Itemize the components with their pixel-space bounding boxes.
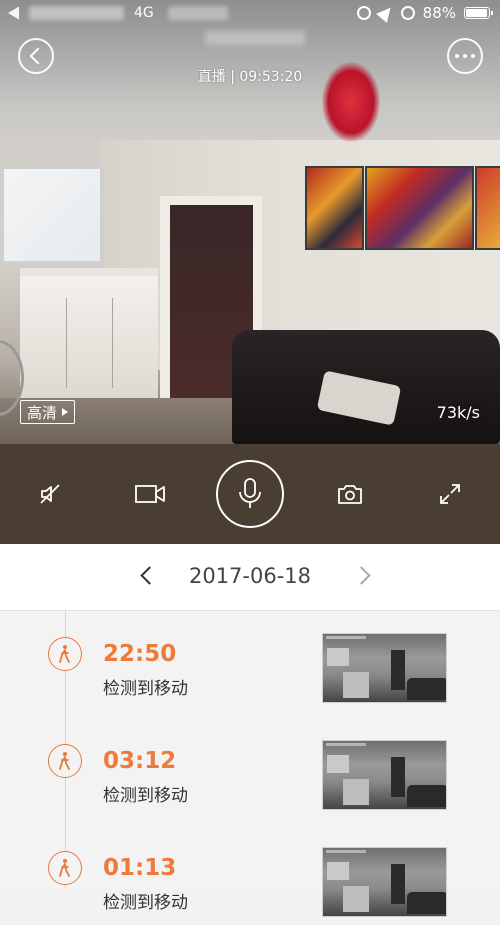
quality-button[interactable]: 高清 — [20, 400, 76, 424]
current-date: 2017-06-18 — [188, 564, 312, 588]
event-thumbnail[interactable] — [322, 740, 447, 810]
status-blurred — [167, 6, 228, 20]
battery-icon — [464, 7, 493, 19]
location-icon — [375, 3, 396, 23]
rotation-lock-icon — [356, 6, 371, 20]
talk-button[interactable] — [216, 460, 284, 528]
event-label: 检测到移动 — [103, 893, 188, 913]
camera-name-blurred — [205, 31, 305, 45]
motion-person-icon — [48, 637, 82, 671]
live-time: 09:53:20 — [239, 69, 303, 85]
fullscreen-button[interactable] — [430, 474, 470, 514]
snapshot-button[interactable] — [330, 474, 370, 514]
carrier-blurred — [29, 6, 124, 20]
chevron-left-icon — [29, 47, 47, 65]
camera-icon — [338, 485, 362, 504]
status-bar: 4G 88% — [0, 0, 500, 28]
video-painting — [305, 166, 364, 250]
play-triangle-icon — [62, 408, 69, 416]
event-time: 01:13 — [103, 855, 177, 881]
event-label: 检测到移动 — [103, 679, 188, 699]
event-time: 22:50 — [103, 641, 177, 667]
video-painting — [475, 166, 500, 250]
event-item[interactable]: 03:12 检测到移动 — [0, 718, 500, 818]
fullscreen-icon — [440, 484, 460, 504]
quality-label: 高清 — [27, 403, 58, 422]
live-separator: | — [230, 69, 235, 85]
bitrate-speed: 73k/s — [436, 403, 480, 422]
motion-person-icon — [48, 744, 82, 778]
alarm-icon — [400, 6, 415, 20]
battery-level — [466, 9, 488, 17]
back-arrow-icon[interactable] — [8, 6, 19, 20]
record-button[interactable] — [130, 474, 170, 514]
mute-icon — [40, 484, 60, 504]
video-cabinet — [20, 268, 158, 404]
motion-person-icon — [48, 851, 82, 885]
record-icon — [135, 485, 165, 503]
event-label: 检测到移动 — [103, 786, 188, 806]
event-thumbnail[interactable] — [322, 633, 447, 703]
event-timeline: 22:50 检测到移动 03:12 检测到移动 01:13 检测到移动 — [0, 611, 500, 917]
cabinet-line — [112, 298, 113, 388]
microphone-icon — [239, 478, 261, 508]
video-window — [0, 165, 104, 265]
battery-percent: 88% — [422, 4, 456, 22]
network-type: 4G — [134, 5, 154, 21]
event-item[interactable]: 01:13 检测到移动 — [0, 825, 500, 925]
live-video-view[interactable]: 4G 88% 直播 | 09:53:20 高清 73k/s — [0, 0, 500, 444]
live-label: 直播 — [197, 69, 226, 85]
control-bar — [0, 444, 500, 544]
live-status: 直播 | 09:53:20 — [0, 66, 500, 86]
more-dots-icon — [455, 54, 475, 58]
event-item[interactable]: 22:50 检测到移动 — [0, 611, 500, 711]
cabinet-line — [66, 298, 67, 388]
event-thumbnail[interactable] — [322, 847, 447, 917]
mute-button[interactable] — [30, 474, 70, 514]
video-painting — [365, 166, 474, 250]
date-navigator: 2017-06-18 — [0, 544, 500, 611]
event-time: 03:12 — [103, 748, 177, 774]
